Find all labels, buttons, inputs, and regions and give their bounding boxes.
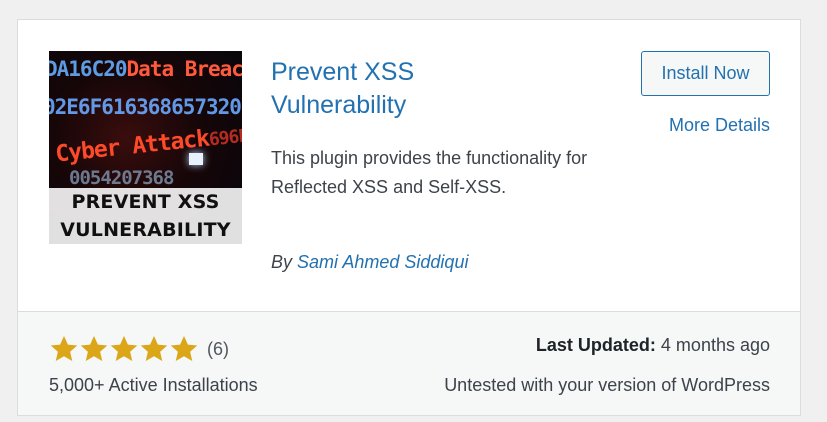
plugin-card: DA16C20Data Breach 02E6F616368657320 Cyb…: [17, 19, 801, 416]
plugin-card-top: DA16C20Data Breach 02E6F616368657320 Cyb…: [18, 20, 800, 311]
thumbnail-caption-line-1: PREVENT XSS: [71, 191, 220, 213]
star-filled-icon: [49, 334, 79, 364]
thumbnail-code-row-2: 02E6F616368657320: [49, 95, 242, 119]
rating-count: (6): [207, 338, 229, 359]
install-now-button[interactable]: Install Now: [641, 51, 770, 96]
more-details-link[interactable]: More Details: [669, 115, 770, 136]
thumbnail-caption-line-2: VULNERABILITY: [60, 219, 231, 241]
thumbnail-code-row-3: Cyber Attack696EA: [54, 124, 242, 168]
plugin-thumbnail[interactable]: DA16C20Data Breach 02E6F616368657320 Cyb…: [49, 51, 242, 244]
star-filled-icon: [79, 334, 109, 364]
thumbnail-glow: [189, 153, 203, 165]
thumbnail-code-row-1: DA16C20Data Breach: [49, 57, 242, 81]
active-installations: 5,000+ Active Installations: [49, 375, 258, 395]
author-prefix: By: [271, 252, 293, 272]
star-filled-icon: [109, 334, 139, 364]
plugin-description: This plugin provides the functionality f…: [271, 148, 588, 197]
plugin-title[interactable]: Prevent XSS Vulnerability: [271, 56, 471, 122]
plugin-author: By Sami Ahmed Siddiqui: [271, 252, 468, 273]
star-rating: (6): [49, 334, 229, 364]
plugin-card-footer: (6) 5,000+ Active Installations Last Upd…: [18, 311, 800, 415]
last-updated: Last Updated: 4 months ago: [536, 335, 770, 356]
last-updated-value: 4 months ago: [660, 335, 770, 355]
compatibility-notice: Untested with your version of WordPress: [444, 375, 770, 395]
last-updated-label: Last Updated:: [535, 335, 656, 355]
thumbnail-code-row-4: 0054207368: [69, 167, 174, 189]
author-link[interactable]: Sami Ahmed Siddiqui: [297, 252, 468, 272]
star-filled-icon: [169, 334, 199, 364]
star-filled-icon: [139, 334, 169, 364]
